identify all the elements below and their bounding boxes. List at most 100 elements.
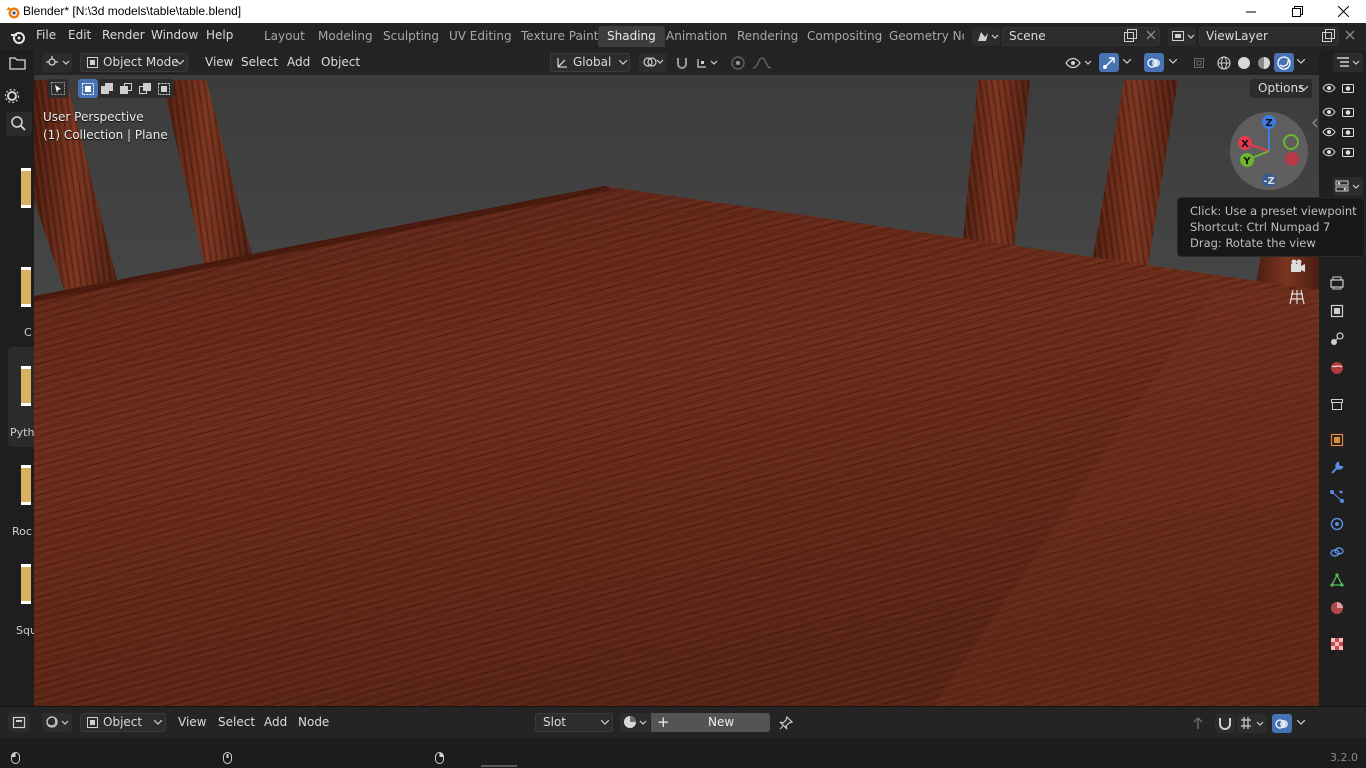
toggle-perspective-grid-icon[interactable] — [1288, 288, 1306, 306]
menu-edit[interactable]: Edit — [68, 28, 91, 42]
tab-data-properties-icon[interactable] — [1329, 572, 1345, 588]
transform-orientation-dropdown[interactable]: Global — [550, 53, 630, 72]
viewport-menu-object[interactable]: Object — [321, 55, 360, 69]
outliner-visibility-icon[interactable] — [1322, 147, 1336, 157]
overlays-options-chevron-icon[interactable] — [1169, 59, 1177, 65]
material-preview-button[interactable] — [1254, 53, 1274, 72]
node-snap-button[interactable] — [1215, 714, 1235, 733]
navigation-gizmo[interactable]: Z X Y -Z — [1229, 111, 1309, 191]
viewport-menu-view[interactable]: View — [205, 55, 233, 69]
file-browser-editor-icon[interactable] — [9, 55, 27, 71]
tab-compositing[interactable]: Compositing — [798, 26, 891, 47]
tab-constraints-properties-icon[interactable] — [1329, 544, 1345, 560]
blend-file-thumbnail[interactable] — [21, 267, 31, 307]
show-overlays-button[interactable] — [1144, 53, 1164, 72]
tab-scene-properties-icon[interactable] — [1329, 331, 1345, 347]
tab-uv-editing[interactable]: UV Editing — [440, 26, 521, 47]
outliner-visibility-icon[interactable] — [1322, 83, 1336, 93]
node-snap-target-button[interactable] — [1237, 714, 1267, 733]
scene-selector-button[interactable] — [972, 27, 1000, 46]
menu-render[interactable]: Render — [102, 28, 145, 42]
blend-file-thumbnail[interactable] — [21, 465, 31, 505]
properties-editor-type-button[interactable] — [1333, 177, 1363, 196]
node-overlays-chevron-icon[interactable] — [1297, 720, 1305, 726]
node-overlays-button[interactable] — [1272, 714, 1292, 733]
select-extend-button[interactable] — [97, 79, 117, 98]
menu-file[interactable]: File — [36, 28, 56, 42]
tab-modifier-properties-icon[interactable] — [1329, 460, 1345, 476]
select-invert-button[interactable] — [135, 79, 155, 98]
snap-toggle-button[interactable] — [672, 53, 692, 72]
solid-shading-button[interactable] — [1234, 53, 1254, 72]
tab-rendering[interactable]: Rendering — [728, 26, 807, 47]
tab-modeling[interactable]: Modeling — [309, 26, 382, 47]
outliner-editor-type-button[interactable] — [1333, 53, 1363, 72]
select-intersect-button[interactable] — [154, 79, 174, 98]
minimize-button[interactable] — [1228, 0, 1274, 23]
outliner-render-icon[interactable] — [1341, 106, 1355, 118]
node-menu-view[interactable]: View — [178, 715, 206, 729]
restore-button[interactable] — [1274, 0, 1320, 23]
tab-render-properties-icon[interactable] — [1329, 275, 1345, 291]
pivot-point-button[interactable] — [639, 53, 667, 72]
blender-menu-icon[interactable] — [10, 29, 26, 45]
menu-help[interactable]: Help — [206, 28, 233, 42]
select-subtract-button[interactable] — [116, 79, 136, 98]
blend-file-thumbnail[interactable] — [21, 168, 31, 208]
editor-type-button[interactable] — [42, 53, 72, 72]
wireframe-shading-button[interactable] — [1214, 53, 1234, 72]
gizmo-options-chevron-icon[interactable] — [1123, 59, 1131, 65]
show-gizmo-button[interactable] — [1099, 53, 1119, 72]
material-slot-dropdown[interactable]: Slot — [535, 713, 613, 732]
snap-target-button[interactable] — [694, 53, 722, 72]
new-material-button[interactable]: + New — [651, 713, 770, 732]
node-menu-node[interactable]: Node — [298, 715, 329, 729]
viewport-menu-select[interactable]: Select — [241, 55, 278, 69]
outliner-render-icon[interactable] — [1341, 82, 1355, 94]
toggle-camera-view-icon[interactable] — [1288, 257, 1306, 275]
browse-material-button[interactable] — [620, 713, 650, 732]
outliner-render-icon[interactable] — [1341, 126, 1355, 138]
tab-texture-paint[interactable]: Texture Paint — [512, 26, 607, 47]
shader-editor-type-button[interactable] — [8, 713, 30, 732]
node-editor-type-button[interactable] — [42, 713, 72, 732]
close-button[interactable] — [1320, 0, 1366, 23]
tab-world-properties-icon[interactable] — [1329, 360, 1345, 376]
blend-file-thumbnail[interactable] — [21, 564, 31, 604]
sidebar-toggle-arrow-icon[interactable] — [1312, 118, 1318, 128]
tab-geometry-nodes[interactable]: Geometry Noc — [880, 26, 964, 47]
tab-physics-properties-icon[interactable] — [1329, 516, 1345, 532]
3d-viewport[interactable] — [34, 50, 1319, 706]
tab-particles-properties-icon[interactable] — [1329, 488, 1345, 504]
proportional-editing-button[interactable] — [728, 53, 748, 72]
node-menu-add[interactable]: Add — [264, 715, 287, 729]
active-tool-button[interactable] — [48, 79, 68, 98]
tab-output-properties-icon[interactable] — [1329, 303, 1345, 319]
tab-material-properties-icon[interactable] — [1329, 600, 1345, 616]
tab-layout[interactable]: Layout — [255, 26, 314, 47]
options-dropdown[interactable]: Options — [1250, 79, 1312, 98]
select-new-button[interactable] — [78, 79, 98, 98]
shader-type-dropdown[interactable]: Object — [80, 713, 166, 732]
delete-scene-icon[interactable] — [1145, 29, 1157, 41]
settings-gear-icon[interactable] — [4, 88, 20, 104]
node-menu-select[interactable]: Select — [218, 715, 255, 729]
proportional-falloff-button[interactable] — [750, 53, 778, 72]
parent-node-tree-icon[interactable] — [1190, 715, 1206, 731]
shading-options-chevron-icon[interactable] — [1297, 59, 1305, 65]
rendered-shading-button[interactable] — [1274, 53, 1294, 72]
tab-collection-properties-icon[interactable] — [1329, 396, 1345, 412]
xray-toggle-button[interactable] — [1189, 53, 1209, 72]
viewport-menu-add[interactable]: Add — [287, 55, 310, 69]
object-mode-dropdown[interactable]: Object Mode — [80, 53, 188, 72]
visibility-selectability-button[interactable] — [1064, 53, 1094, 72]
outliner-visibility-icon[interactable] — [1322, 107, 1336, 117]
menu-window[interactable]: Window — [151, 28, 198, 42]
new-scene-icon[interactable] — [1122, 28, 1138, 44]
tab-shading[interactable]: Shading — [598, 26, 665, 47]
tab-texture-properties-icon[interactable] — [1329, 636, 1345, 652]
outliner-visibility-icon[interactable] — [1322, 127, 1336, 137]
outliner-render-icon[interactable] — [1341, 146, 1355, 158]
delete-view-layer-icon[interactable] — [1344, 29, 1356, 41]
search-button[interactable] — [6, 112, 32, 136]
